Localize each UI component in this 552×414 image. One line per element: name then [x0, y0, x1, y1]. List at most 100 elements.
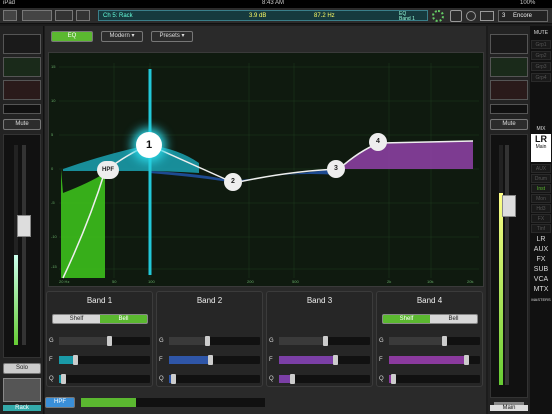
menu-icon[interactable]	[3, 10, 17, 21]
q-row: Q	[379, 374, 480, 384]
slider-knob[interactable]	[208, 355, 213, 365]
slider-knob[interactable]	[323, 336, 328, 346]
mix-aux-button[interactable]: Hd3	[531, 204, 551, 213]
slider-knob[interactable]	[391, 374, 396, 384]
mix-aux-button[interactable]: FX	[531, 214, 551, 223]
slider-fill	[389, 337, 444, 345]
snapshot-select[interactable]: 3 Encore	[498, 10, 548, 22]
hpf-node[interactable]: HPF	[97, 161, 119, 179]
slider-knob[interactable]	[205, 336, 210, 346]
hpf-slider[interactable]	[81, 398, 265, 407]
slider-knob[interactable]	[107, 336, 112, 346]
eq-thumbnail[interactable]	[3, 57, 41, 77]
band4-type-toggle[interactable]: Shelf Bell	[382, 314, 478, 324]
slider-fill	[279, 337, 325, 345]
mode-select[interactable]: Modern ▾	[101, 31, 143, 42]
main-dyn-thumbnail[interactable]	[490, 80, 528, 100]
q-slider[interactable]	[169, 374, 260, 384]
q-slider[interactable]	[279, 374, 370, 384]
fader-knob[interactable]	[17, 215, 31, 237]
bell-option[interactable]: Bell	[100, 315, 147, 323]
freq-slider[interactable]	[389, 355, 480, 365]
y-tick: -5	[51, 200, 55, 205]
hpf-button[interactable]: HPF	[45, 397, 75, 408]
status-bar: iPad 8:43 AM 100%	[0, 0, 552, 8]
gain-label: G	[379, 338, 384, 344]
group-vca[interactable]: VCA	[530, 276, 552, 283]
gain-slider[interactable]	[59, 336, 150, 346]
rack-icon[interactable]	[3, 378, 41, 402]
mix-aux-button[interactable]: Mon	[531, 194, 551, 203]
presets-select[interactable]: Presets ▾	[151, 31, 193, 42]
slider-knob[interactable]	[171, 374, 176, 384]
slider-knob[interactable]	[290, 374, 295, 384]
dynamics-thumbnail[interactable]	[3, 80, 41, 100]
q-slider[interactable]	[59, 374, 150, 384]
mute-button-left[interactable]: Mute	[3, 119, 41, 130]
mute-group-button[interactable]: Grp2	[531, 51, 551, 60]
mute-group-button[interactable]: Grp4	[531, 73, 551, 82]
mix-aux-button[interactable]: Drum	[531, 174, 551, 183]
slider-knob[interactable]	[464, 355, 469, 365]
main-thumbnail[interactable]	[490, 34, 528, 54]
gain-row: G	[49, 336, 150, 346]
x-tick: 100	[148, 279, 155, 284]
slider-knob[interactable]	[333, 355, 338, 365]
gain-slider[interactable]	[169, 336, 260, 346]
mix-main-button[interactable]: LR Main	[531, 134, 551, 162]
q-slider[interactable]	[389, 374, 480, 384]
gear-icon[interactable]	[432, 10, 444, 22]
mix-aux-button-active[interactable]: Inst	[531, 184, 551, 193]
main-eq-thumbnail[interactable]	[490, 57, 528, 77]
band1-node[interactable]: 1	[136, 132, 162, 158]
fader-left[interactable]	[3, 134, 41, 358]
snapshot-icon[interactable]	[466, 11, 476, 21]
pan-slider[interactable]	[3, 104, 41, 114]
bell-option[interactable]: Bell	[430, 315, 477, 323]
input-thumbnail[interactable]	[3, 34, 41, 54]
rack-label: Rack	[3, 405, 41, 411]
gain-slider[interactable]	[279, 336, 370, 346]
snapshot-number: 3	[502, 13, 506, 19]
mute-group-button[interactable]: Grp1	[531, 40, 551, 49]
band1-type-toggle[interactable]: Shelf Bell	[52, 314, 148, 324]
fader-knob[interactable]	[502, 195, 516, 217]
network-icon[interactable]	[450, 10, 462, 22]
single-fader-icon[interactable]	[76, 10, 90, 21]
fader-right[interactable]	[490, 134, 528, 398]
freq-slider[interactable]	[279, 355, 370, 365]
band4-node[interactable]: 4	[369, 133, 387, 151]
eq-toggle-button[interactable]: EQ	[51, 31, 93, 42]
channel-display[interactable]: Ch 5: Rack 3.9 dB 87.2 Hz EQ Band 1	[98, 10, 428, 22]
mode-select-label: Modern	[109, 33, 130, 39]
solo-button[interactable]: Solo	[3, 363, 41, 374]
slider-knob[interactable]	[73, 355, 78, 365]
fader-icon[interactable]	[55, 10, 73, 21]
mixer-view-icon[interactable]	[22, 10, 52, 21]
mix-aux-button[interactable]: Tinf	[531, 224, 551, 233]
x-tick: 2k	[387, 279, 392, 284]
gain-slider[interactable]	[389, 336, 480, 346]
slider-fill	[279, 356, 335, 364]
list-icon[interactable]	[480, 11, 494, 21]
group-lr[interactable]: LR	[530, 236, 552, 243]
slider-knob[interactable]	[442, 336, 447, 346]
chevron-down-icon: ▾	[181, 33, 185, 39]
mix-aux-button[interactable]: AUX	[531, 164, 551, 173]
main-pan-slider[interactable]	[490, 104, 528, 114]
eq-graph[interactable]: 15 10 5 0 -5 -10 -15 20 Hz 50 100 200 50…	[48, 52, 484, 287]
band3-node[interactable]: 3	[327, 160, 345, 178]
freq-slider[interactable]	[169, 355, 260, 365]
group-fx[interactable]: FX	[530, 256, 552, 263]
group-aux[interactable]: AUX	[530, 246, 552, 253]
shelf-option[interactable]: Shelf	[383, 315, 430, 323]
group-mtx[interactable]: MTX	[530, 286, 552, 293]
mute-group-button[interactable]: Grp3	[531, 62, 551, 71]
band2-node[interactable]: 2	[224, 173, 242, 191]
freq-row: F	[49, 355, 150, 365]
freq-slider[interactable]	[59, 355, 150, 365]
shelf-option[interactable]: Shelf	[53, 315, 100, 323]
group-sub[interactable]: SUB	[530, 266, 552, 273]
mute-button-right[interactable]: Mute	[490, 119, 528, 130]
slider-knob[interactable]	[61, 374, 66, 384]
